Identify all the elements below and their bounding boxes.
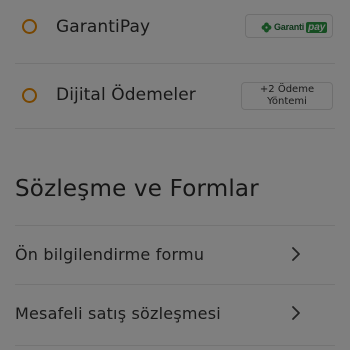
modal-backdrop-overlay[interactable]	[0, 0, 350, 350]
